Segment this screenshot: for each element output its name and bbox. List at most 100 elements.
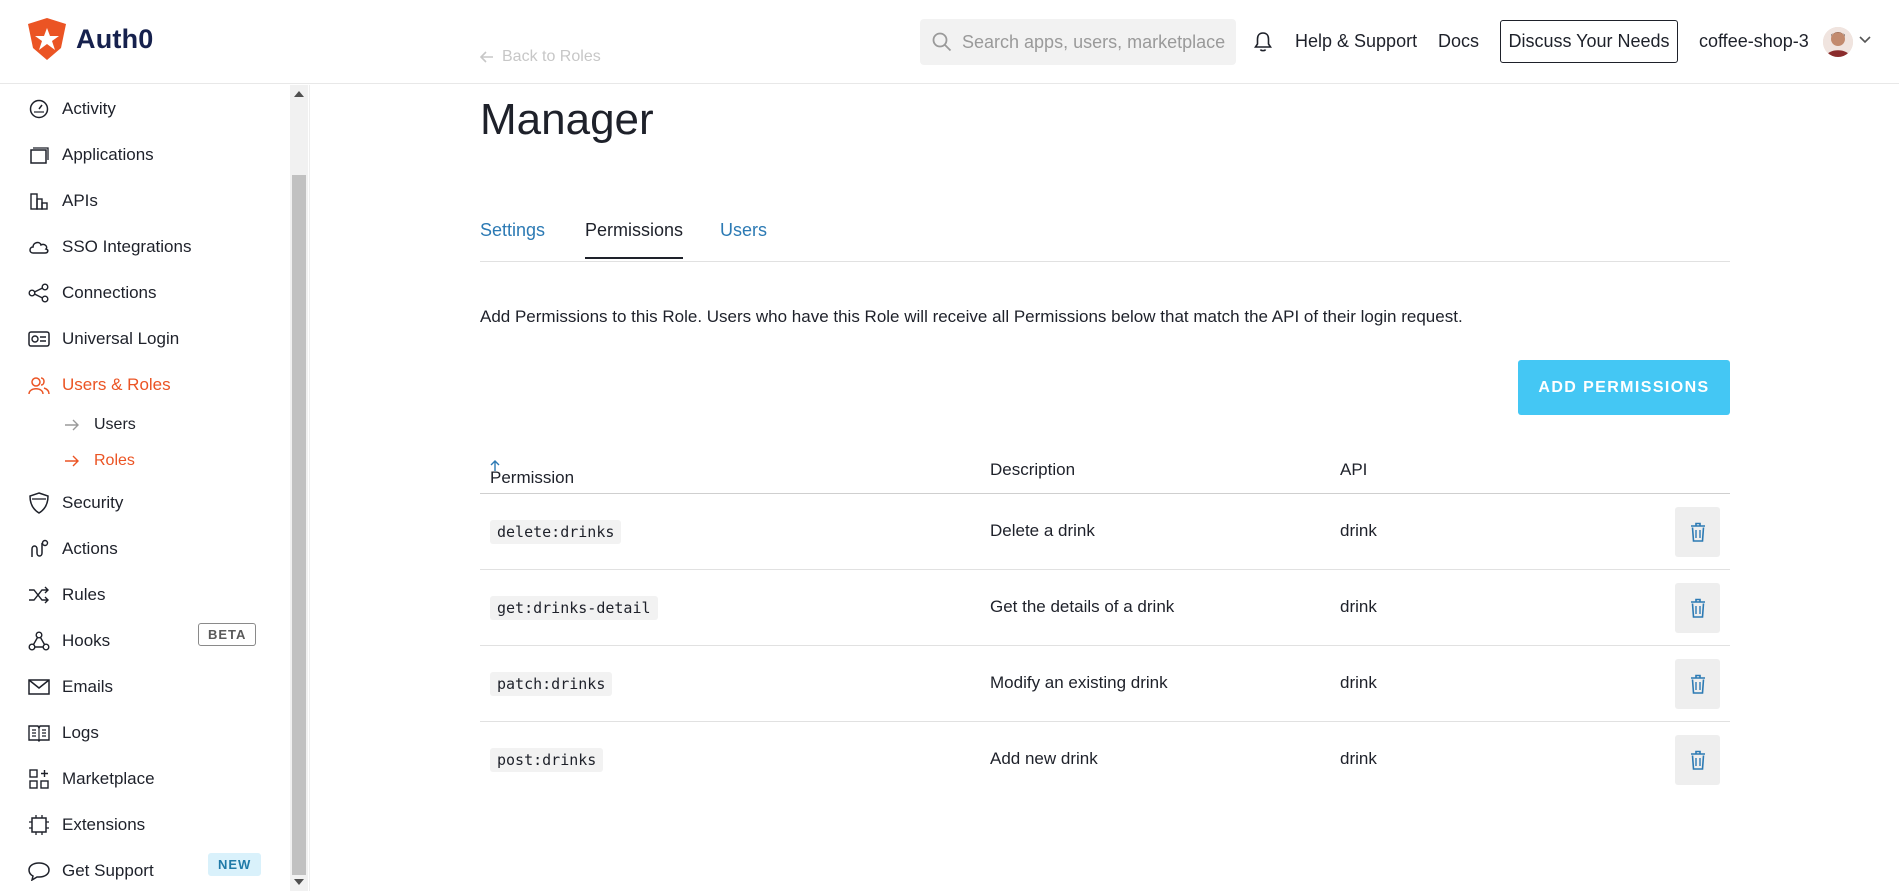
table-row: post:drinks Add new drink drink — [480, 722, 1730, 798]
search-icon — [932, 32, 952, 52]
permission-api: drink — [1340, 673, 1377, 692]
add-permissions-button[interactable]: ADD PERMISSIONS — [1518, 360, 1730, 415]
sidebar-item-label: Extensions — [62, 815, 146, 834]
help-support-link[interactable]: Help & Support — [1295, 31, 1417, 52]
new-badge: NEW — [208, 853, 262, 876]
connections-icon — [28, 282, 50, 304]
actions-icon — [28, 538, 50, 560]
permission-name: post:drinks — [490, 748, 604, 772]
beta-badge: BETA — [198, 623, 257, 646]
permission-api: drink — [1340, 521, 1377, 540]
marketplace-grid-icon — [28, 768, 50, 790]
sidebar-scrollbar-thumb[interactable] — [292, 175, 306, 875]
column-header-description: Description — [990, 460, 1076, 479]
sidebar-item-actions[interactable]: Actions — [28, 534, 118, 564]
envelope-icon — [28, 676, 50, 698]
sidebar-item-label: Connections — [62, 283, 157, 302]
docs-link[interactable]: Docs — [1438, 31, 1479, 52]
permission-name: delete:drinks — [490, 520, 622, 544]
sidebar-item-sso-integrations[interactable]: SSO Integrations — [28, 232, 191, 262]
notifications-button[interactable] — [1254, 31, 1272, 58]
sidebar-item-universal-login[interactable]: Universal Login — [28, 324, 179, 354]
search-box[interactable] — [920, 19, 1236, 65]
sidebar-item-label: Marketplace — [62, 769, 155, 788]
delete-permission-button[interactable] — [1675, 659, 1720, 709]
apis-icon — [28, 190, 50, 212]
sidebar-item-hooks[interactable]: Hooks — [28, 626, 110, 656]
chat-bubble-icon — [28, 860, 50, 882]
sidebar-item-applications[interactable]: Applications — [28, 140, 154, 170]
sidebar-item-logs[interactable]: Logs — [28, 718, 99, 748]
permission-api: drink — [1340, 597, 1377, 616]
arrow-right-icon — [65, 455, 79, 467]
role-tabs: Settings Permissions Users — [480, 216, 1730, 262]
applications-icon — [28, 144, 50, 166]
page-title: Manager — [480, 95, 654, 144]
permission-description: Add new drink — [990, 749, 1098, 768]
users-icon — [28, 374, 50, 396]
table-row: get:drinks-detail Get the details of a d… — [480, 570, 1730, 646]
back-to-roles-link[interactable]: Back to Roles — [480, 48, 601, 66]
sidebar-item-label: Applications — [62, 145, 154, 164]
sidebar: Activity Applications APIs SSO Integrati… — [0, 85, 310, 891]
sidebar-item-label: Hooks — [62, 631, 111, 650]
sidebar-item-label: Logs — [62, 723, 99, 742]
sidebar-item-label: Emails — [62, 677, 114, 696]
scroll-up-arrow-icon[interactable] — [294, 91, 304, 97]
sidebar-item-get-support[interactable]: Get Support — [28, 856, 154, 886]
sidebar-subitem-users[interactable]: Users — [64, 416, 136, 434]
brand-name: Auth0 — [76, 23, 154, 54]
delete-permission-button[interactable] — [1675, 583, 1720, 633]
permission-name: patch:drinks — [490, 672, 613, 696]
permission-description: Delete a drink — [990, 521, 1095, 540]
sidebar-item-label: SSO Integrations — [62, 237, 192, 256]
trash-icon — [1690, 674, 1705, 694]
sidebar-item-security[interactable]: Security — [28, 488, 123, 518]
tab-users[interactable]: Users — [720, 220, 767, 257]
sidebar-item-label: Actions — [62, 539, 118, 558]
sidebar-item-apis[interactable]: APIs — [28, 186, 98, 216]
trash-icon — [1690, 522, 1705, 542]
sidebar-item-label: Rules — [62, 585, 106, 604]
permissions-description: Add Permissions to this Role. Users who … — [480, 307, 1463, 326]
avatar[interactable] — [1823, 27, 1853, 57]
user-avatar-icon — [1823, 27, 1853, 57]
discuss-needs-button[interactable]: Discuss Your Needs — [1500, 20, 1678, 63]
auth0-logo[interactable]: Auth0 — [28, 18, 154, 60]
permission-description: Modify an existing drink — [990, 673, 1168, 692]
arrow-right-icon — [65, 419, 79, 431]
sidebar-item-rules[interactable]: Rules — [28, 580, 105, 610]
column-header-permission[interactable]: Permission — [490, 460, 574, 487]
top-bar: Auth0 Help & Support Docs Discuss Your N… — [0, 0, 1899, 84]
permissions-table: Permission Description API delete:drinks… — [480, 452, 1730, 798]
permission-description: Get the details of a drink — [990, 597, 1175, 616]
rules-shuffle-icon — [28, 584, 50, 606]
sidebar-subitem-roles[interactable]: Roles — [64, 452, 135, 470]
tab-permissions[interactable]: Permissions — [585, 220, 684, 259]
sidebar-item-label: Universal Login — [62, 329, 180, 348]
tab-settings[interactable]: Settings — [480, 220, 545, 257]
scroll-down-arrow-icon[interactable] — [294, 879, 304, 885]
sidebar-item-connections[interactable]: Connections — [28, 278, 157, 308]
auth0-shield-icon — [28, 18, 66, 60]
hooks-icon — [28, 630, 50, 652]
search-input[interactable] — [962, 31, 1232, 53]
sidebar-item-label: Activity — [62, 99, 116, 118]
chip-icon — [28, 814, 50, 836]
sidebar-item-label: Get Support — [62, 861, 154, 880]
sidebar-subitem-label: Roles — [94, 452, 135, 469]
chevron-down-icon[interactable] — [1859, 36, 1871, 44]
delete-permission-button[interactable] — [1675, 735, 1720, 785]
column-header-api: API — [1340, 460, 1368, 479]
sidebar-subitem-label: Users — [94, 416, 136, 433]
sidebar-item-extensions[interactable]: Extensions — [28, 810, 145, 840]
login-card-icon — [28, 328, 50, 350]
tenant-name[interactable]: coffee-shop-3 — [1699, 31, 1809, 52]
sidebar-item-activity[interactable]: Activity — [28, 94, 116, 124]
sidebar-item-users-roles[interactable]: Users & Roles — [28, 370, 171, 400]
trash-icon — [1690, 750, 1705, 770]
logs-book-icon — [28, 722, 50, 744]
sidebar-item-emails[interactable]: Emails — [28, 672, 113, 702]
delete-permission-button[interactable] — [1675, 507, 1720, 557]
sidebar-item-marketplace[interactable]: Marketplace — [28, 764, 155, 794]
